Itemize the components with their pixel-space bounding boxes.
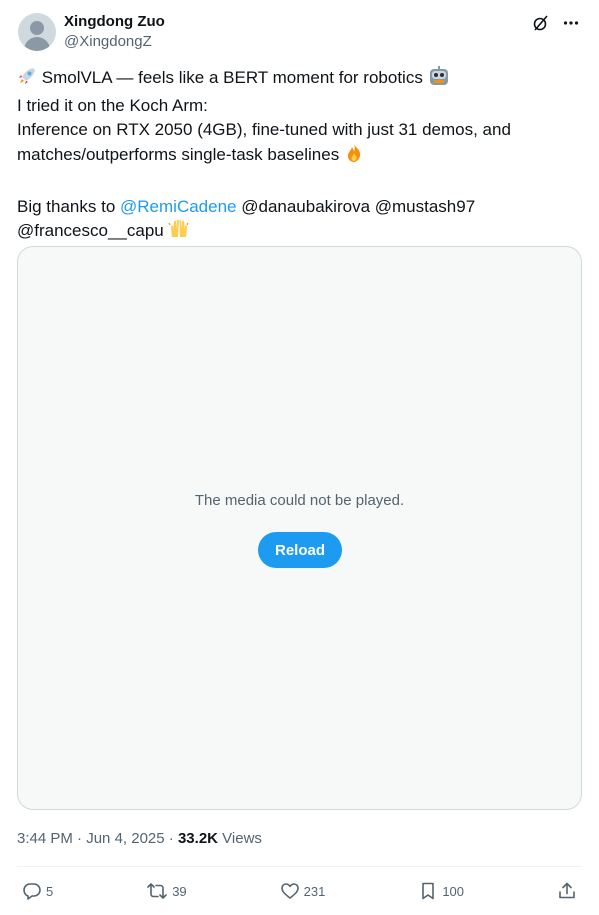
tweet-text: SmolVLA — feels like a BERT moment for r… [17, 66, 583, 247]
grok-icon[interactable] [531, 13, 551, 33]
meta-separator: · [168, 830, 174, 847]
reply-button[interactable]: 5 [22, 881, 53, 901]
avatar[interactable] [18, 13, 56, 51]
meta-separator: · [77, 830, 83, 847]
divider [17, 866, 582, 867]
more-icon[interactable] [561, 13, 581, 33]
tweet-time[interactable]: 3:44 PM [17, 830, 73, 847]
heart-icon [280, 883, 299, 899]
avatar-head [30, 21, 44, 35]
tweet-meta: 3:44 PM · Jun 4, 2025 · 33.2K Views [17, 830, 262, 847]
mention-remicadene-link[interactable]: @RemiCadene [120, 197, 236, 216]
views-count: 33.2K [177, 830, 218, 847]
media-container[interactable]: The media could not be played. Reload [17, 246, 582, 810]
fire-icon [344, 143, 364, 171]
tweet-line-3: Inference on RTX 2050 (4GB), fine-tuned … [17, 118, 583, 170]
repost-button[interactable]: 39 [146, 881, 187, 901]
reload-button[interactable]: Reload [258, 532, 342, 568]
views-label: Views [222, 830, 262, 847]
robot-icon [428, 66, 450, 94]
tweet-line-3-text: Inference on RTX 2050 (4GB), fine-tuned … [17, 120, 511, 164]
media-error-message: The media could not be played. [194, 492, 405, 509]
rocket-icon [17, 66, 37, 94]
like-button[interactable]: 231 [280, 881, 326, 901]
tweet-line-1: SmolVLA — feels like a BERT moment for r… [17, 66, 583, 94]
reply-icon [23, 883, 41, 900]
repost-count: 39 [172, 883, 187, 899]
tweet-line-2: I tried it on the Koch Arm: [17, 95, 208, 115]
bookmark-count: 100 [442, 883, 465, 899]
tweet-thanks: Big thanks to @RemiCadene @danaubakirova… [17, 195, 583, 247]
tweet-line-1-text: SmolVLA — feels like a BERT moment for r… [41, 68, 423, 87]
tweet-header: Xingdong Zuo @XingdongZ [18, 12, 581, 56]
like-count: 231 [303, 883, 326, 899]
author-name[interactable]: Xingdong Zuo [64, 13, 165, 30]
raised-hands-icon [168, 219, 190, 247]
thanks-prefix: Big thanks to [17, 196, 116, 216]
repost-icon [147, 883, 168, 899]
bookmark-button[interactable]: 100 [418, 881, 464, 901]
header-icons [531, 12, 581, 34]
avatar-body [24, 37, 50, 51]
action-bar: 5 39 231 100 [22, 877, 577, 905]
reply-count: 5 [46, 883, 54, 899]
share-button[interactable] [557, 881, 577, 901]
tweet-date[interactable]: Jun 4, 2025 [86, 830, 164, 847]
bookmark-icon [422, 882, 435, 900]
share-icon [559, 882, 575, 899]
author-handle[interactable]: @XingdongZ [64, 33, 152, 50]
